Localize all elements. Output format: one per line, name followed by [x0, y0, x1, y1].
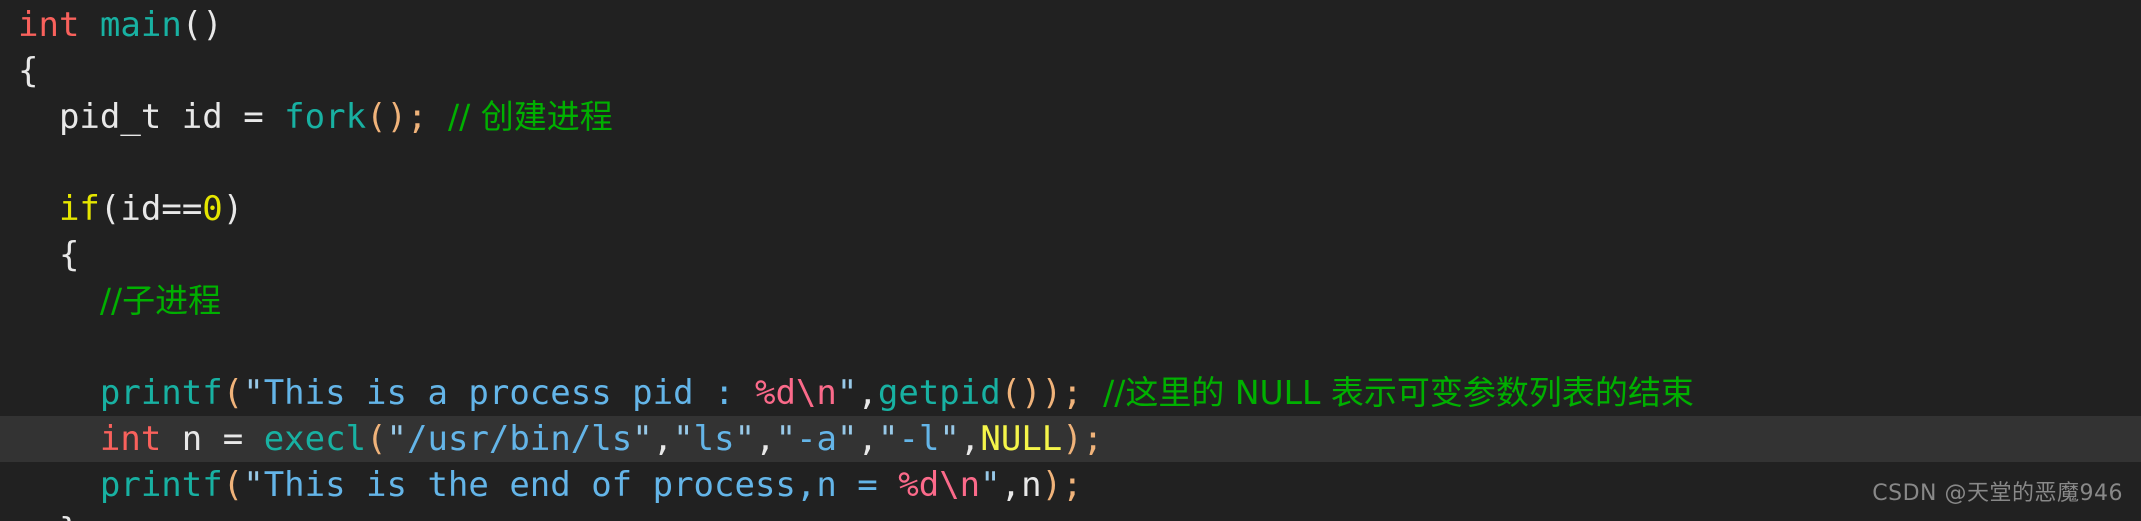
code-token: "	[877, 419, 899, 459]
code-token: "	[837, 419, 858, 459]
code-token: (	[366, 97, 387, 137]
code-token: id	[161, 97, 244, 137]
code-token: ,	[652, 419, 674, 459]
code-token: // 创建进程	[448, 97, 613, 136]
code-token: ,	[755, 419, 776, 459]
code-line[interactable]	[0, 324, 2141, 370]
code-token: )	[1041, 373, 1063, 413]
code-token: "	[632, 419, 653, 459]
code-token: }	[59, 511, 79, 521]
code-token: execl	[263, 419, 367, 459]
code-line[interactable]: {	[0, 48, 2141, 94]
code-token: This is the end of process,n =	[263, 465, 899, 505]
code-token: //子进程	[99, 281, 222, 320]
code-token: \n	[795, 373, 837, 413]
code-token: %d	[898, 465, 940, 505]
code-token: "	[673, 419, 694, 459]
code-token: id	[120, 189, 162, 229]
code-token: getpid	[877, 373, 1001, 413]
code-token: pid_t	[58, 97, 162, 137]
code-token: "	[775, 419, 797, 459]
code-line[interactable]: int n = execl("/usr/bin/ls","ls","-a","-…	[0, 416, 2141, 462]
code-token: "	[386, 419, 408, 459]
code-token: NULL	[980, 419, 1063, 459]
code-token: ls	[693, 419, 735, 459]
code-token: {	[58, 235, 80, 275]
code-line[interactable]: //子进程	[0, 278, 2141, 324]
code-token: ,	[1000, 465, 1022, 505]
code-token: =	[243, 97, 264, 137]
code-token: )	[222, 189, 244, 229]
code-token: fork	[284, 97, 367, 137]
code-token: if	[58, 189, 100, 229]
code-token: ;	[1062, 465, 1083, 505]
code-token: )	[1062, 419, 1083, 459]
code-token: n	[161, 419, 223, 459]
code-token: -a	[796, 419, 838, 459]
code-line[interactable]: {	[0, 232, 2141, 278]
code-token: ,	[959, 419, 981, 459]
code-token: ,	[857, 373, 878, 413]
code-editor-viewport[interactable]: int main(){ pid_t id = fork(); // 创建进程 i…	[0, 0, 2141, 521]
code-token: ==	[161, 189, 203, 229]
code-token: (	[1000, 373, 1022, 413]
code-line[interactable]: printf("This is a process pid : %d\n",ge…	[0, 370, 2141, 416]
code-token: \n	[939, 465, 981, 505]
code-token: (	[99, 189, 121, 229]
code-token: ;	[1082, 419, 1104, 459]
code-token: (	[222, 465, 244, 505]
code-token: (	[366, 419, 387, 459]
code-token: "	[243, 465, 264, 505]
code-token: (	[222, 373, 244, 413]
code-token: =	[222, 419, 244, 459]
code-token: //这里的 NULL 表示可变参数列表的结束	[1103, 373, 1694, 412]
code-token: "	[836, 373, 858, 413]
code-token: int	[18, 5, 80, 45]
code-token: {	[18, 51, 39, 91]
code-token: /usr/bin/ls	[407, 419, 633, 459]
code-token: "	[980, 465, 1001, 505]
code-token: printf	[99, 373, 223, 413]
code-token: printf	[99, 465, 223, 505]
code-line[interactable]: pid_t id = fork(); // 创建进程	[0, 94, 2141, 140]
code-token: ()	[181, 5, 223, 45]
csdn-watermark: CSDN @天堂的恶魔946	[1872, 481, 2123, 506]
code-token: "	[939, 419, 960, 459]
code-token: "	[243, 373, 264, 413]
code-lines-container[interactable]: int main(){ pid_t id = fork(); // 创建进程 i…	[0, 2, 2141, 521]
code-line[interactable]: printf("This is the end of process,n = %…	[0, 462, 2141, 508]
code-line[interactable]	[0, 140, 2141, 186]
code-line[interactable]: int main()	[0, 2, 2141, 48]
code-token: )	[1041, 465, 1063, 505]
code-token: n	[1021, 465, 1042, 505]
code-token: %d	[754, 373, 796, 413]
code-token: main	[99, 5, 182, 45]
code-token: This is a process pid :	[263, 373, 755, 413]
code-token: ;	[1062, 373, 1083, 413]
code-token: ;	[407, 97, 428, 137]
code-token: )	[386, 97, 408, 137]
code-line[interactable]: if(id==0)	[0, 186, 2141, 232]
code-token: )	[1021, 373, 1042, 413]
code-token: ,	[857, 419, 878, 459]
code-line[interactable]: }	[0, 508, 2141, 521]
code-token: -l	[898, 419, 940, 459]
code-token: "	[734, 419, 756, 459]
code-token: int	[99, 419, 162, 459]
code-token: 0	[202, 189, 223, 229]
